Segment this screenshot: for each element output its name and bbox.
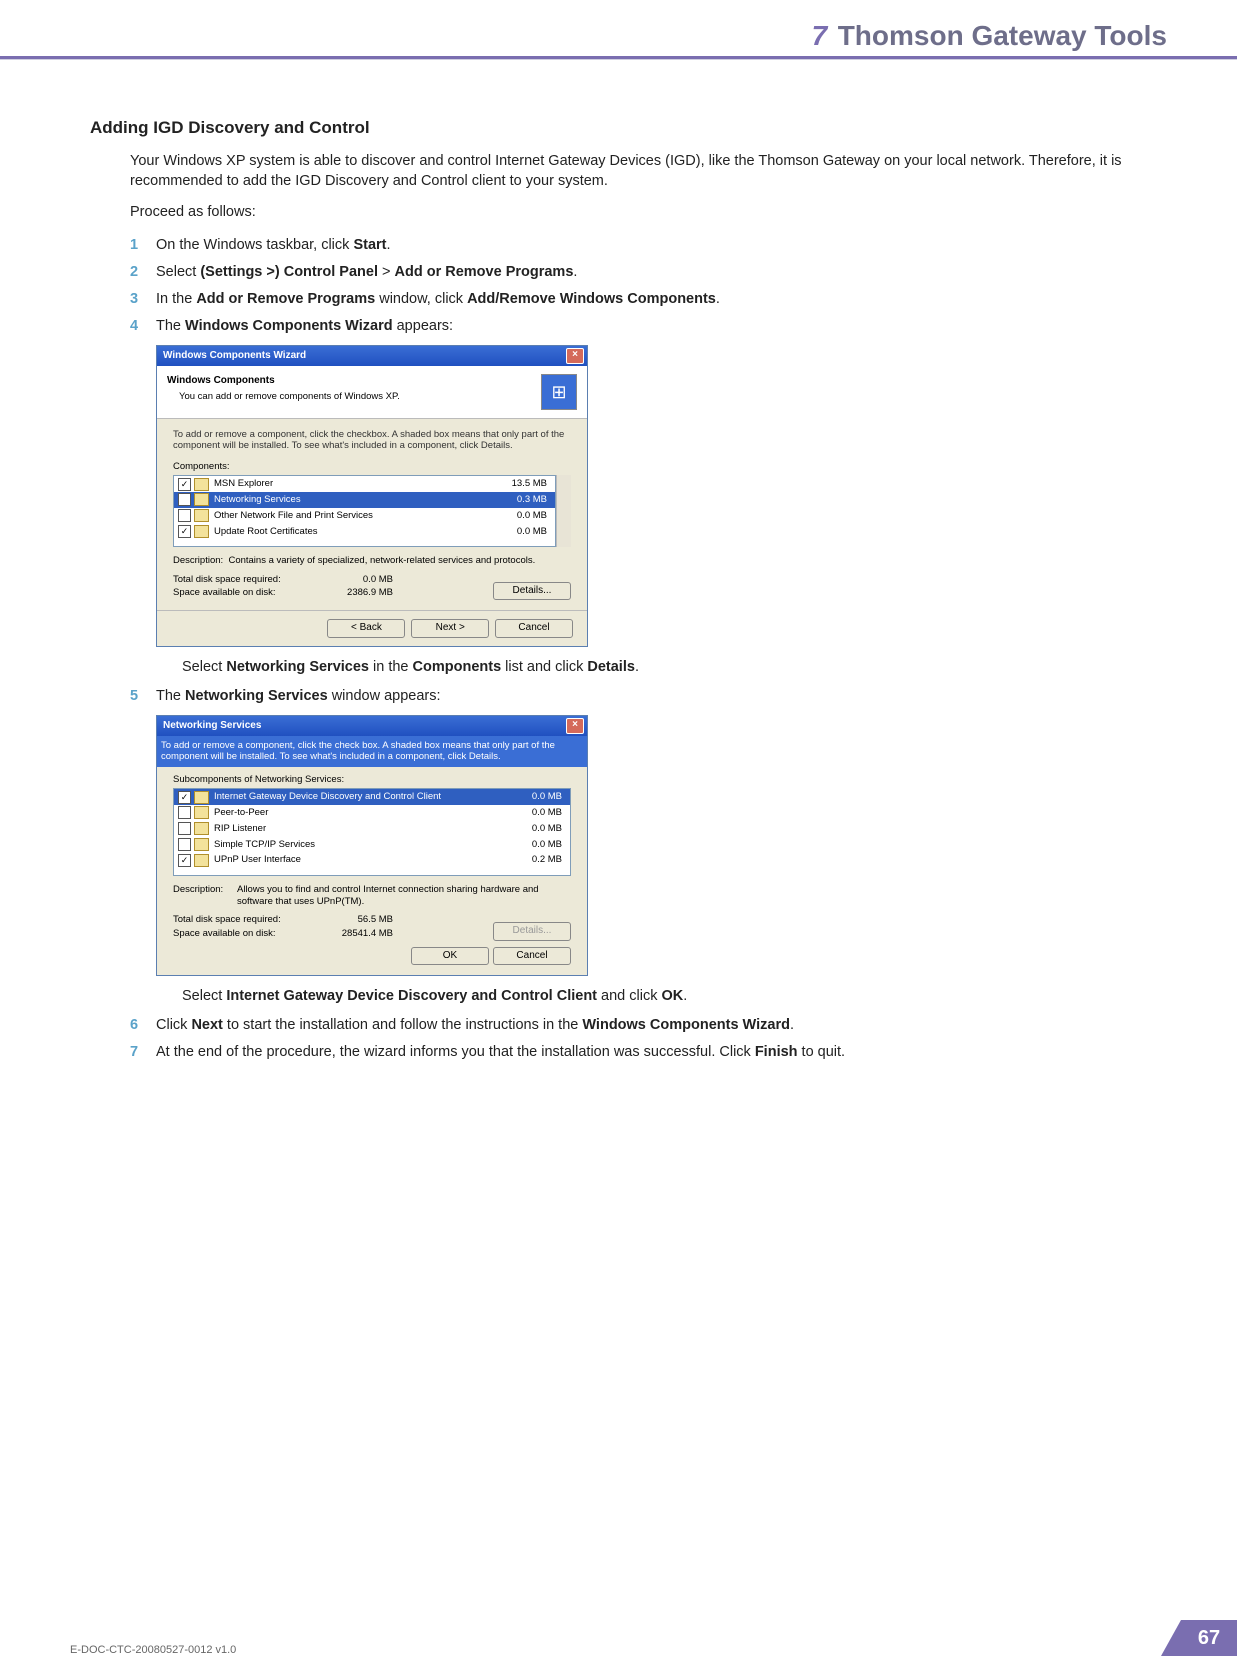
disk-available-value: 2386.9 MB [323, 586, 393, 600]
checkbox-icon[interactable] [178, 854, 191, 867]
details-button[interactable]: Details... [493, 582, 571, 601]
step-5-followup: Select Internet Gateway Device Discovery… [182, 986, 1147, 1007]
step-4: 4 The Windows Components Wizard appears:… [130, 316, 1147, 678]
page-header: 7 Thomson Gateway Tools [70, 20, 1167, 118]
cancel-button[interactable]: Cancel [493, 947, 571, 966]
step-4-followup: Select Networking Services in the Compon… [182, 657, 1147, 678]
checkbox-icon[interactable] [178, 822, 191, 835]
chapter-number: 7 [812, 20, 828, 51]
document-id: E-DOC-CTC-20080527-0012 v1.0 [70, 1644, 236, 1656]
list-item[interactable]: MSN Explorer13.5 MB [174, 476, 555, 492]
dialog-instructions: To add or remove a component, click the … [157, 736, 587, 767]
section-heading: Adding IGD Discovery and Control [90, 118, 1147, 138]
close-icon[interactable]: × [566, 348, 584, 364]
back-button[interactable]: < Back [327, 619, 405, 638]
dialog-titlebar[interactable]: Windows Components Wizard × [157, 346, 587, 366]
folder-icon [194, 806, 209, 819]
description-label: Description: [173, 884, 237, 907]
disk-required-label: Total disk space required: [173, 573, 323, 587]
checkbox-icon[interactable] [178, 525, 191, 538]
folder-icon [194, 525, 209, 538]
dialog-title: Networking Services [163, 719, 261, 734]
folder-icon [194, 478, 209, 491]
step-number: 1 [130, 235, 138, 256]
dialog-title: Windows Components Wizard [163, 349, 306, 364]
details-button: Details... [493, 922, 571, 941]
list-item[interactable]: Internet Gateway Device Discovery and Co… [174, 789, 570, 805]
step-number: 6 [130, 1015, 138, 1036]
page-number: 67 [1181, 1620, 1237, 1656]
folder-icon [194, 854, 209, 867]
step-number: 3 [130, 289, 138, 310]
close-icon[interactable]: × [566, 718, 584, 734]
list-item[interactable]: RIP Listener0.0 MB [174, 821, 570, 837]
disk-available-label: Space available on disk: [173, 927, 323, 941]
intro-paragraph: Your Windows XP system is able to discov… [130, 152, 1147, 191]
checkbox-icon[interactable] [178, 838, 191, 851]
ok-button[interactable]: OK [411, 947, 489, 966]
windows-components-wizard-dialog: Windows Components Wizard × Windows Comp… [156, 345, 588, 647]
scrollbar[interactable] [556, 475, 571, 547]
list-item[interactable]: Other Network File and Print Services0.0… [174, 508, 555, 524]
checkbox-icon[interactable] [178, 493, 191, 506]
step-7: 7 At the end of the procedure, the wizar… [130, 1042, 1147, 1063]
proceed-label: Proceed as follows: [130, 203, 1147, 223]
list-item[interactable]: UPnP User Interface0.2 MB [174, 852, 570, 868]
step-3: 3 In the Add or Remove Programs window, … [130, 289, 1147, 310]
step-5: 5 The Networking Services window appears… [130, 686, 1147, 1007]
list-item[interactable]: Simple TCP/IP Services0.0 MB [174, 837, 570, 853]
step-2: 2 Select (Settings >) Control Panel > Ad… [130, 262, 1147, 283]
wizard-icon: ⊞ [541, 374, 577, 410]
disk-required-label: Total disk space required: [173, 913, 323, 927]
checkbox-icon[interactable] [178, 791, 191, 804]
page-number-badge: 67 [1161, 1620, 1237, 1656]
checkbox-icon[interactable] [178, 806, 191, 819]
disk-required-value: 0.0 MB [323, 573, 393, 587]
disk-available-value: 28541.4 MB [323, 927, 393, 941]
wizard-instructions: To add or remove a component, click the … [173, 429, 571, 452]
disk-required-value: 56.5 MB [323, 913, 393, 927]
list-item[interactable]: Networking Services0.3 MB [174, 492, 555, 508]
step-6: 6 Click Next to start the installation a… [130, 1015, 1147, 1036]
folder-icon [194, 838, 209, 851]
step-number: 5 [130, 686, 138, 707]
description-label: Description: [173, 555, 223, 566]
wizard-heading: Windows Components [167, 374, 400, 389]
checkbox-icon[interactable] [178, 478, 191, 491]
step-number: 2 [130, 262, 138, 283]
list-item[interactable]: Peer-to-Peer0.0 MB [174, 805, 570, 821]
folder-icon [194, 791, 209, 804]
components-listbox[interactable]: MSN Explorer13.5 MB Networking Services0… [173, 475, 556, 547]
subcomponents-label: Subcomponents of Networking Services: [173, 773, 571, 787]
step-1: 1 On the Windows taskbar, click Start. [130, 235, 1147, 256]
chapter-title: Thomson Gateway Tools [838, 20, 1167, 51]
description-text: Contains a variety of specialized, netwo… [228, 555, 535, 566]
wizard-subheading: You can add or remove components of Wind… [179, 390, 400, 404]
checkbox-icon[interactable] [178, 509, 191, 522]
step-number: 7 [130, 1042, 138, 1063]
folder-icon [194, 509, 209, 522]
list-item[interactable]: Update Root Certificates0.0 MB [174, 524, 555, 540]
networking-services-dialog: Networking Services × To add or remove a… [156, 715, 588, 976]
folder-icon [194, 822, 209, 835]
dialog-titlebar[interactable]: Networking Services × [157, 716, 587, 736]
step-number: 4 [130, 316, 138, 337]
description-text: Allows you to find and control Internet … [237, 884, 571, 907]
next-button[interactable]: Next > [411, 619, 489, 638]
components-label: Components: [173, 460, 571, 474]
disk-available-label: Space available on disk: [173, 586, 323, 600]
subcomponents-listbox[interactable]: Internet Gateway Device Discovery and Co… [173, 788, 571, 876]
folder-icon [194, 493, 209, 506]
cancel-button[interactable]: Cancel [495, 619, 573, 638]
